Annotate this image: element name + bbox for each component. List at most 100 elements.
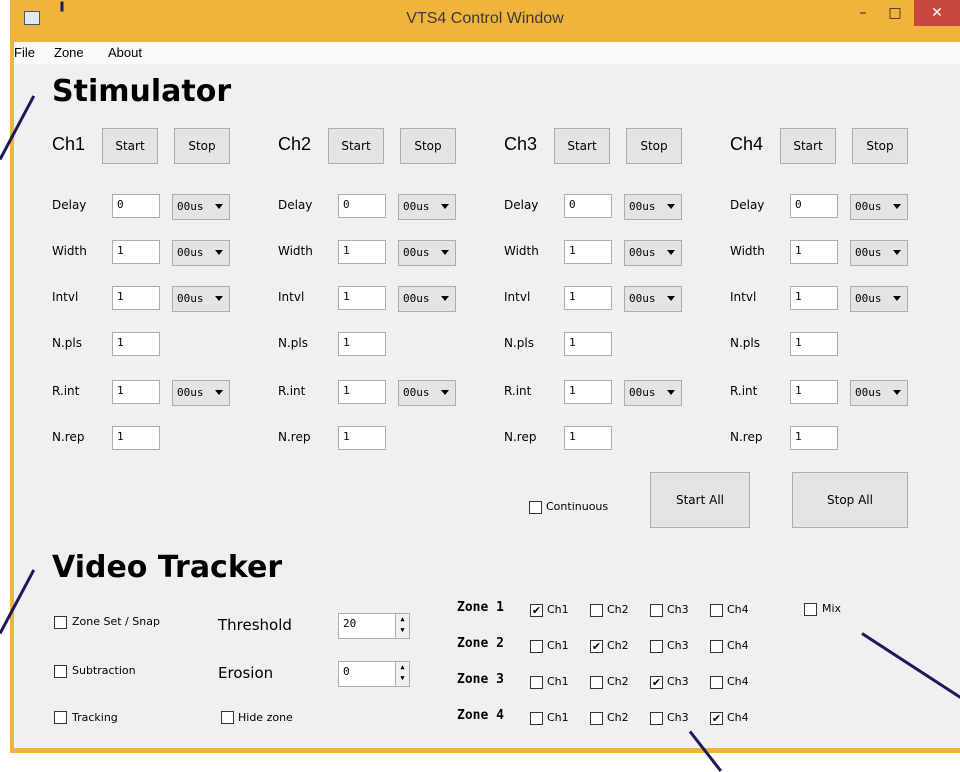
ch4-width-unit-select[interactable]: 00us: [850, 240, 908, 266]
ch2-stop-button[interactable]: Stop: [400, 128, 456, 164]
zone-set-snap-checkbox[interactable]: [54, 616, 67, 629]
ch2-delay-input[interactable]: 0: [338, 194, 386, 218]
ch3-npls-input[interactable]: 1: [564, 332, 612, 356]
ch2-rint-unit-value: 00us: [403, 386, 430, 399]
ch1-rint-unit-select[interactable]: 00us: [172, 380, 230, 406]
ch3-rint-input[interactable]: 1: [564, 380, 612, 404]
ch2-start-button[interactable]: Start: [328, 128, 384, 164]
ch4-delay-unit-value: 00us: [855, 200, 882, 213]
maximize-button[interactable]: □: [880, 0, 910, 26]
threshold-spinbox[interactable]: 20 ▲ ▼: [338, 613, 410, 639]
zone2-ch3-checkbox[interactable]: [650, 640, 663, 653]
ch2-delay-unit-select[interactable]: 00us: [398, 194, 456, 220]
ch4-nrep-input[interactable]: 1: [790, 426, 838, 450]
ch4-stop-button[interactable]: Stop: [852, 128, 908, 164]
ch3-intvl-input[interactable]: 1: [564, 286, 612, 310]
zone3-ch2-checkbox[interactable]: [590, 676, 603, 689]
title-bar[interactable]: VTS4 Control Window – □ ✕: [10, 0, 960, 40]
hide-zone-checkbox[interactable]: [221, 711, 234, 724]
ch4-start-button[interactable]: Start: [780, 128, 836, 164]
ch4-rint-unit-select[interactable]: 00us: [850, 380, 908, 406]
ch1-stop-button[interactable]: Stop: [174, 128, 230, 164]
ch1-delay-input[interactable]: 0: [112, 194, 160, 218]
subtraction-label: Subtraction: [72, 664, 136, 677]
threshold-spin-buttons[interactable]: ▲ ▼: [395, 614, 409, 638]
ch2-npls-input[interactable]: 1: [338, 332, 386, 356]
menu-zone[interactable]: Zone: [54, 45, 84, 60]
ch1-width-input[interactable]: 1: [112, 240, 160, 264]
tracking-checkbox[interactable]: [54, 711, 67, 724]
ch4-intvl-unit-value: 00us: [855, 292, 882, 305]
ch3-delay-unit-select[interactable]: 00us: [624, 194, 682, 220]
ch4-delay-input[interactable]: 0: [790, 194, 838, 218]
ch1-intvl-unit-select[interactable]: 00us: [172, 286, 230, 312]
ch1-nrep-input[interactable]: 1: [112, 426, 160, 450]
ch4-delay-unit-select[interactable]: 00us: [850, 194, 908, 220]
zone2-ch1-checkbox[interactable]: [530, 640, 543, 653]
zone4-ch3-checkbox[interactable]: [650, 712, 663, 725]
ch3-start-button[interactable]: Start: [554, 128, 610, 164]
erosion-spinbox[interactable]: 0 ▲ ▼: [338, 661, 410, 687]
zone4-ch2-checkbox[interactable]: [590, 712, 603, 725]
chevron-down-icon: [667, 250, 675, 255]
zone1-ch1-checkbox[interactable]: ✔: [530, 604, 543, 617]
ch1-delay-unit-select[interactable]: 00us: [172, 194, 230, 220]
zone3-label: Zone 3: [457, 672, 504, 687]
chevron-down-icon: [215, 204, 223, 209]
continuous-checkbox[interactable]: [529, 501, 542, 514]
ch3-intvl-unit-select[interactable]: 00us: [624, 286, 682, 312]
mix-checkbox[interactable]: [804, 603, 817, 616]
zone2-ch4-checkbox[interactable]: [710, 640, 723, 653]
chevron-down-icon: [215, 390, 223, 395]
zone1-label: Zone 1: [457, 600, 504, 615]
ch4-label: Ch4: [730, 134, 764, 154]
ch2-width-unit-select[interactable]: 00us: [398, 240, 456, 266]
ch3-width-unit-select[interactable]: 00us: [624, 240, 682, 266]
chevron-down-icon: [893, 296, 901, 301]
start-all-button[interactable]: Start All: [650, 472, 750, 528]
ch2-intvl-input[interactable]: 1: [338, 286, 386, 310]
zone1-ch3-checkbox[interactable]: [650, 604, 663, 617]
ch3-delay-input[interactable]: 0: [564, 194, 612, 218]
ch2-rint-unit-select[interactable]: 00us: [398, 380, 456, 406]
zone4-ch4-checkbox[interactable]: ✔: [710, 712, 723, 725]
subtraction-checkbox[interactable]: [54, 665, 67, 678]
zone4-ch1-checkbox[interactable]: [530, 712, 543, 725]
ch1-npls-input[interactable]: 1: [112, 332, 160, 356]
ch4-intvl-label: Intvl: [730, 290, 757, 304]
erosion-value: 0: [343, 665, 350, 678]
ch1-width-unit-select[interactable]: 00us: [172, 240, 230, 266]
zone3-ch1-checkbox[interactable]: [530, 676, 543, 689]
close-button[interactable]: ✕: [914, 0, 960, 26]
ch3-stop-button[interactable]: Stop: [626, 128, 682, 164]
ch4-intvl-unit-select[interactable]: 00us: [850, 286, 908, 312]
chevron-down-icon: [667, 296, 675, 301]
minimize-button[interactable]: –: [848, 0, 878, 26]
zone1-ch2-checkbox[interactable]: [590, 604, 603, 617]
zone2-ch2-checkbox[interactable]: ✔: [590, 640, 603, 653]
erosion-spin-buttons[interactable]: ▲ ▼: [395, 662, 409, 686]
ch4-intvl-input[interactable]: 1: [790, 286, 838, 310]
ch3-width-input[interactable]: 1: [564, 240, 612, 264]
hide-zone-label: Hide zone: [238, 711, 293, 724]
ch4-npls-input[interactable]: 1: [790, 332, 838, 356]
ch4-width-input[interactable]: 1: [790, 240, 838, 264]
ch1-rint-input[interactable]: 1: [112, 380, 160, 404]
ch3-intvl-label: Intvl: [504, 290, 531, 304]
ch2-width-input[interactable]: 1: [338, 240, 386, 264]
ch2-nrep-input[interactable]: 1: [338, 426, 386, 450]
ch2-rint-input[interactable]: 1: [338, 380, 386, 404]
ch1-start-button[interactable]: Start: [102, 128, 158, 164]
stop-all-button[interactable]: Stop All: [792, 472, 908, 528]
ch3-nrep-input[interactable]: 1: [564, 426, 612, 450]
zone3-ch4-checkbox[interactable]: [710, 676, 723, 689]
menu-file[interactable]: File: [14, 45, 35, 60]
ch1-intvl-input[interactable]: 1: [112, 286, 160, 310]
zone1-ch4-checkbox[interactable]: [710, 604, 723, 617]
zone3-ch3-checkbox[interactable]: ✔: [650, 676, 663, 689]
ch2-intvl-unit-select[interactable]: 00us: [398, 286, 456, 312]
zone4-ch1-label: Ch1: [547, 711, 569, 724]
ch4-rint-input[interactable]: 1: [790, 380, 838, 404]
ch3-rint-unit-select[interactable]: 00us: [624, 380, 682, 406]
menu-about[interactable]: About: [108, 45, 142, 60]
